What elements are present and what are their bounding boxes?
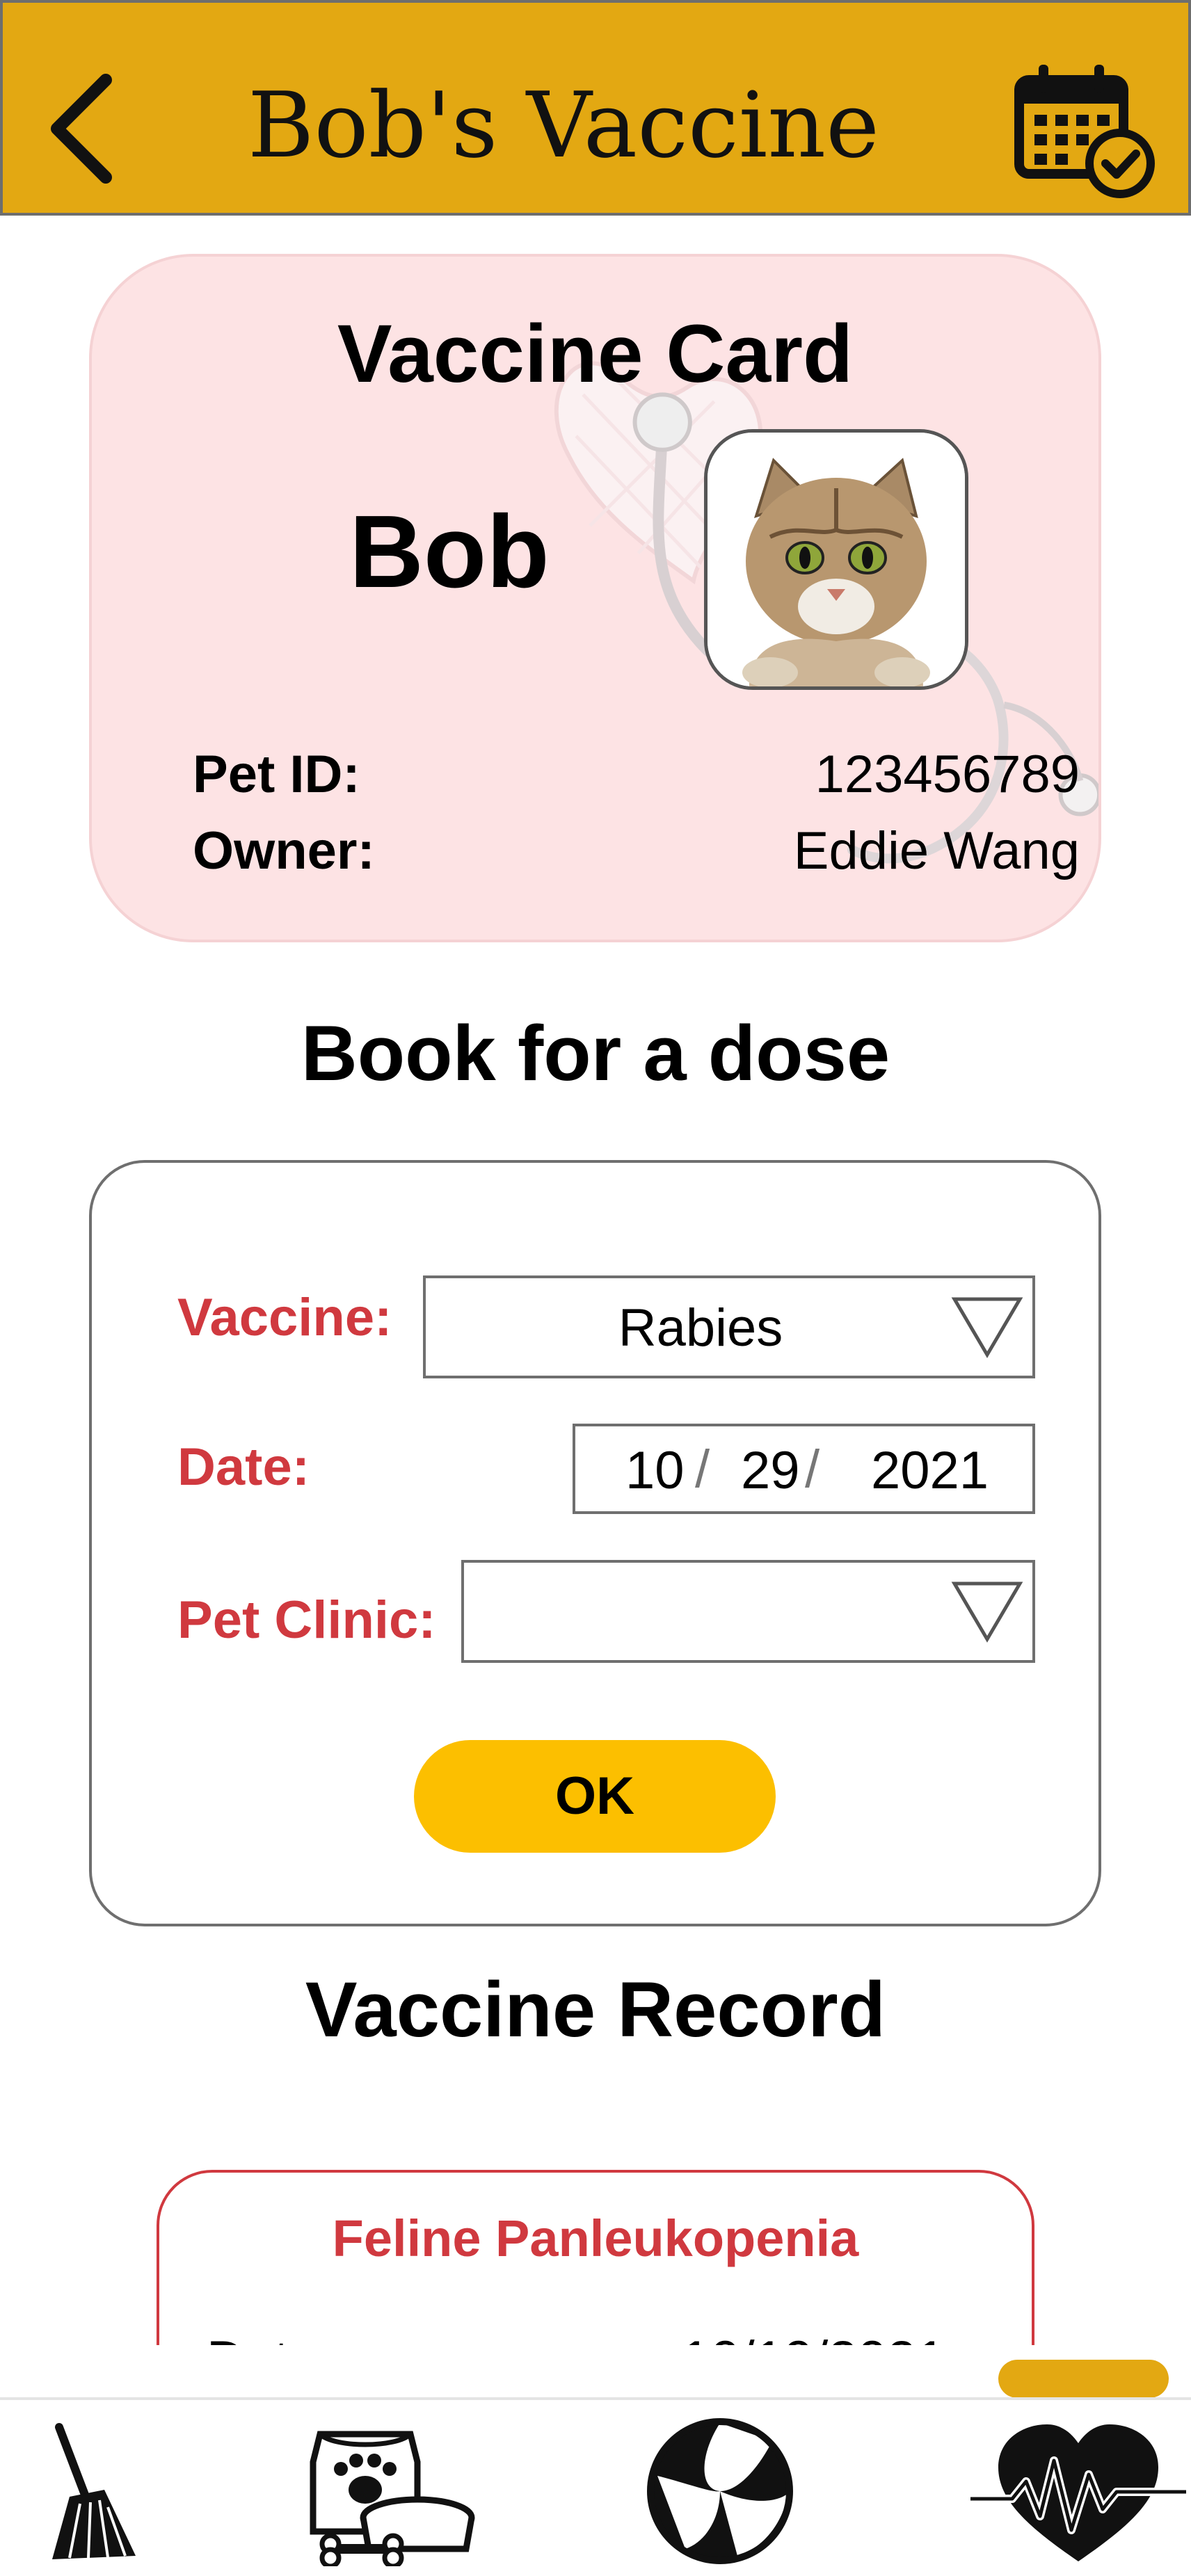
ball-icon: [647, 2418, 793, 2564]
date-separator-1: /: [695, 1440, 710, 1499]
date-day[interactable]: 29: [741, 1436, 800, 1506]
vaccine-card-title: Vaccine Card: [337, 308, 854, 400]
clinic-field-label: Pet Clinic:: [177, 1591, 436, 1650]
nav-divider: [0, 2397, 1191, 2400]
record-section-title: Vaccine Record: [305, 1966, 886, 2053]
heartbeat-icon: [970, 2424, 1186, 2561]
calendar-check-icon: [1014, 65, 1155, 198]
vaccine-field-label: Vaccine:: [177, 1288, 392, 1347]
record-date-value: 10/19/2021: [681, 2326, 945, 2345]
chevron-left-icon: [51, 74, 112, 184]
dropdown-triangle-icon: [951, 1297, 1023, 1358]
clinic-select[interactable]: [461, 1560, 1035, 1663]
record-vaccine-name: Feline Panleukopenia: [332, 2209, 859, 2267]
vaccine-select-value: Rabies: [618, 1298, 783, 1358]
record-list[interactable]: Feline Panleukopenia Date: 10/19/2021: [0, 2156, 1191, 2345]
record-card[interactable]: Feline Panleukopenia Date: 10/19/2021: [157, 2170, 1034, 2345]
nav-item-health[interactable]: [970, 2419, 1186, 2568]
broom-icon: [52, 2423, 136, 2559]
back-button[interactable]: [42, 66, 125, 191]
booking-section-title: Book for a dose: [301, 1010, 890, 1097]
cat-photo-icon: [708, 433, 965, 686]
pet-id-label: Pet ID:: [193, 745, 360, 804]
pet-id-value: 123456789: [815, 745, 1080, 804]
nav-item-food[interactable]: [306, 2420, 477, 2569]
owner-value: Eddie Wang: [793, 821, 1080, 880]
date-year[interactable]: 2021: [871, 1436, 989, 1506]
record-date-label: Date:: [207, 2326, 333, 2345]
nav-item-cleaning[interactable]: [38, 2420, 143, 2566]
date-input[interactable]: 10 / 29 / 2021: [573, 1424, 1035, 1514]
dropdown-triangle-icon: [951, 1581, 1023, 1643]
pet-photo: [704, 429, 968, 690]
pet-name: Bob: [349, 494, 550, 609]
calendar-button[interactable]: [1012, 59, 1162, 198]
nav-item-play[interactable]: [644, 2413, 797, 2570]
date-field-label: Date:: [177, 1438, 310, 1497]
active-tab-indicator: [998, 2360, 1169, 2398]
vaccine-card: Vaccine Card Bob Pet ID: 123456789 Owner…: [89, 254, 1101, 942]
owner-label: Owner:: [193, 821, 375, 880]
date-separator-2: /: [805, 1440, 820, 1499]
pet-food-icon: [310, 2431, 475, 2569]
date-month[interactable]: 10: [625, 1436, 685, 1506]
ok-button[interactable]: OK: [414, 1740, 776, 1853]
page-title: Bob's Vaccine: [247, 72, 880, 178]
vaccine-select[interactable]: Rabies: [423, 1275, 1035, 1378]
